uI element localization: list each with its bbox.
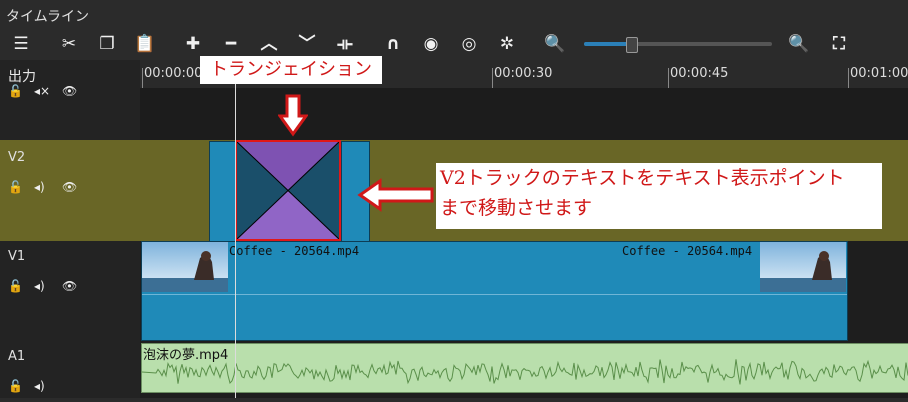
scrub-icon[interactable]: ◉ <box>418 32 444 56</box>
playhead[interactable] <box>235 60 236 402</box>
a1-clip-label: 泡沫の夢.mp4 <box>143 348 229 363</box>
ripple-icon[interactable]: ◎ <box>456 32 482 56</box>
menu-icon[interactable]: ☰ <box>8 32 34 56</box>
v1-clip-label: Coffee - 20564.mp4 <box>229 244 360 258</box>
timeline-toolbar: ☰ ✂ ❐ 📋 ✚ ━ ︿ ﹀ ⟛ ∩ ◉ ◎ ✲ 🔍 🔍 ⛶ <box>0 28 908 61</box>
ruler-tick <box>668 68 669 88</box>
v1-clip-label: Coffee - 20564.mp4 <box>622 244 753 258</box>
panel-title: タイムライン <box>6 9 90 25</box>
lock-icon[interactable]: 🔓 <box>8 84 23 98</box>
lock-icon[interactable]: 🔓 <box>8 379 23 393</box>
v1-thumbnail-left <box>142 242 228 292</box>
eye-icon[interactable]: 👁 <box>62 84 77 98</box>
ruler-label-0: 00:00:00 <box>144 66 203 81</box>
transition-clip[interactable] <box>235 140 341 241</box>
zoom-slider-fill <box>584 42 631 46</box>
append-icon[interactable]: ✚ <box>180 32 206 56</box>
eye-icon[interactable]: 👁 <box>62 180 77 194</box>
snap-icon[interactable]: ∩ <box>380 32 406 56</box>
eye-icon[interactable]: 👁 <box>62 279 77 293</box>
lock-icon[interactable]: 🔓 <box>8 180 23 194</box>
zoom-slider[interactable] <box>584 37 772 53</box>
paste-icon[interactable]: 📋 <box>132 32 158 56</box>
ruler-label-30: 00:00:30 <box>494 66 553 81</box>
track-v2-name: V2 <box>8 150 26 165</box>
ruler-tick <box>492 68 493 88</box>
down-arrow-icon <box>278 94 308 137</box>
transition-callout: トランジェイション <box>200 56 382 84</box>
track-v3: 🔓 ◂× 👁 <box>0 84 908 140</box>
zoom-fit-icon[interactable]: ⛶ <box>826 32 852 56</box>
horizontal-scrollbar[interactable] <box>0 398 908 402</box>
output-label: 出力 <box>8 69 36 85</box>
mute-icon[interactable]: ◂) <box>34 180 45 194</box>
ripple-all-icon[interactable]: ✲ <box>494 32 520 56</box>
zoom-in-icon[interactable]: 🔍 <box>786 32 812 56</box>
track-v1-name: V1 <box>8 249 26 264</box>
instruction-line-1: V2トラックのテキストをテキスト表示ポイント <box>440 167 845 189</box>
instruction-callout: V2トラックのテキストをテキスト表示ポイント まで移動させます <box>436 163 882 229</box>
v1-audio-line <box>142 294 847 295</box>
zoom-slider-handle[interactable] <box>626 37 638 53</box>
lift-icon[interactable]: ︿ <box>256 32 282 56</box>
remove-icon[interactable]: ━ <box>218 32 244 56</box>
a1-audio-clip[interactable] <box>141 343 908 393</box>
instruction-line-2: まで移動させます <box>440 197 593 219</box>
mute-icon[interactable]: ◂) <box>34 279 45 293</box>
left-arrow-icon <box>357 178 434 212</box>
ruler-label-45: 00:00:45 <box>670 66 729 81</box>
ruler-label-60: 00:01:00 <box>850 66 908 81</box>
overwrite-icon[interactable]: ﹀ <box>294 32 320 56</box>
v1-thumbnail-right <box>760 242 846 292</box>
zoom-out-icon[interactable]: 🔍 <box>542 32 568 56</box>
ruler-tick <box>142 68 143 88</box>
a1-waveform <box>142 359 908 385</box>
timeline-panel-titlebar: タイムライン <box>0 0 908 28</box>
v2-text-clip-left[interactable] <box>209 141 237 242</box>
split-icon[interactable]: ⟛ <box>332 32 358 56</box>
track-a1-name: A1 <box>8 349 26 364</box>
ruler-tick <box>848 68 849 88</box>
cut-icon[interactable]: ✂ <box>56 32 82 56</box>
mute-icon[interactable]: ◂) <box>34 379 45 393</box>
mute-icon[interactable]: ◂× <box>34 84 50 98</box>
copy-icon[interactable]: ❐ <box>94 32 120 56</box>
lock-icon[interactable]: 🔓 <box>8 279 23 293</box>
